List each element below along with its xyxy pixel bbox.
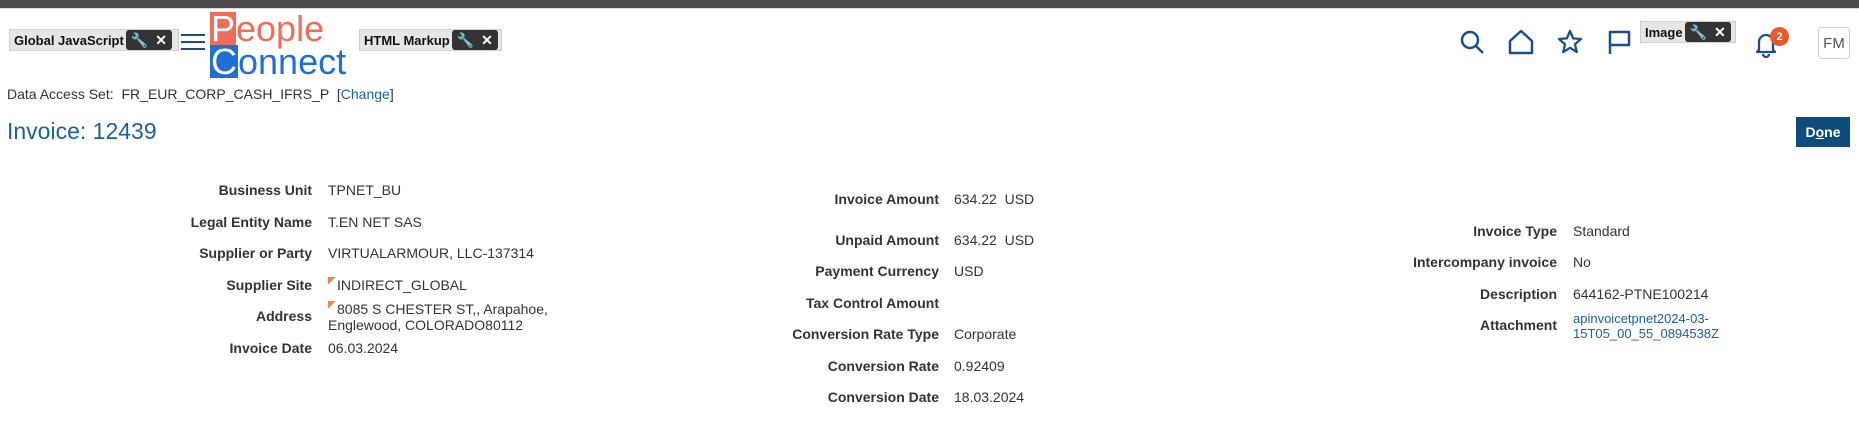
field-label: Tax Control Amount xyxy=(806,295,939,311)
people-connect-logo: P eople C onnect xyxy=(210,11,360,82)
field-label: Conversion Date xyxy=(827,389,939,405)
field-tax-control-amount: Tax Control Amount xyxy=(700,295,954,311)
star-icon[interactable] xyxy=(1556,28,1584,56)
user-avatar[interactable]: FM xyxy=(1818,27,1850,59)
attachment-link-line-1[interactable]: apinvoicetpnet2024-03- xyxy=(1573,311,1719,326)
field-label: Legal Entity Name xyxy=(190,214,312,230)
wrench-icon[interactable]: 🔧 xyxy=(457,33,474,47)
html-markup-chip[interactable]: HTML Markup 🔧 ✕ xyxy=(359,29,502,51)
logo-c-box: C xyxy=(210,41,238,82)
field-label: Invoice Type xyxy=(1473,223,1557,239)
field-value: VIRTUALARMOUR, LLC-137314 xyxy=(328,245,534,261)
done-label-accesskey: o xyxy=(1815,124,1825,140)
field-label: Attachment xyxy=(1479,317,1557,333)
done-label-part: D xyxy=(1805,124,1816,140)
data-access-set: Data Access Set: FR_EUR_CORP_CASH_IFRS_P… xyxy=(7,86,394,102)
flag-icon[interactable] xyxy=(1605,28,1633,56)
chip-label: HTML Markup xyxy=(364,32,450,48)
field-value: INDIRECT_GLOBAL xyxy=(328,277,467,293)
image-chip[interactable]: Image 🔧 ✕ xyxy=(1640,21,1736,43)
address-line-2: Englewood, COLORADO80112 xyxy=(328,317,524,333)
notification-count-badge: 2 xyxy=(1770,27,1789,46)
changed-flag-icon xyxy=(328,301,336,309)
field-conversion-date: Conversion Date 18.03.2024 xyxy=(700,389,1024,405)
field-label: Business Unit xyxy=(218,182,312,198)
data-access-value: FR_EUR_CORP_CASH_IFRS_P xyxy=(121,86,329,102)
field-invoice-date: Invoice Date 06.03.2024 xyxy=(0,340,399,356)
field-label: Conversion Rate xyxy=(827,358,939,374)
field-value: 0.92409 xyxy=(954,358,1005,374)
field-payment-currency: Payment Currency USD xyxy=(700,263,984,279)
field-label: Supplier Site xyxy=(226,277,312,293)
chip-label: Global JavaScript xyxy=(14,32,124,48)
field-invoice-type: Invoice Type Standard xyxy=(1300,223,1630,239)
field-value: T.EN NET SAS xyxy=(328,214,422,230)
field-label: Description xyxy=(1479,286,1557,302)
field-description: Description 644162-PTNE100214 xyxy=(1300,286,1708,302)
bracket-close: ] xyxy=(389,86,394,102)
field-attachment: Attachment apinvoicetpnet2024-03- 15T05_… xyxy=(1300,311,1719,341)
close-icon[interactable]: ✕ xyxy=(155,33,167,47)
field-value: 8085 S CHESTER ST,, Arapahoe, Englewood,… xyxy=(328,301,548,333)
close-icon[interactable]: ✕ xyxy=(481,33,493,47)
field-value: 18.03.2024 xyxy=(954,389,1025,405)
field-label: Intercompany invoice xyxy=(1413,254,1557,270)
page-title: Invoice: 12439 xyxy=(7,118,157,144)
field-conversion-rate-type: Conversion Rate Type Corporate xyxy=(700,326,1016,342)
field-label: Payment Currency xyxy=(815,263,939,279)
field-supplier-party: Supplier or Party VIRTUALARMOUR, LLC-137… xyxy=(0,245,534,261)
close-icon[interactable]: ✕ xyxy=(1714,25,1726,39)
field-value: Corporate xyxy=(954,326,1017,342)
chip-tools: 🔧 ✕ xyxy=(451,30,498,50)
field-value-text: INDIRECT_GLOBAL xyxy=(337,277,467,293)
done-label-part: ne xyxy=(1824,124,1841,140)
wrench-icon[interactable]: 🔧 xyxy=(131,33,148,47)
field-value: Standard xyxy=(1573,223,1630,239)
field-value: TPNET_BU xyxy=(328,182,402,198)
menu-icon[interactable] xyxy=(181,34,205,54)
chip-label: Image xyxy=(1645,24,1683,40)
field-conversion-rate: Conversion Rate 0.92409 xyxy=(700,358,1005,374)
data-access-label: Data Access Set: xyxy=(7,86,114,102)
field-label: Supplier or Party xyxy=(199,245,312,261)
field-unpaid-amount: Unpaid Amount 634.22 USD xyxy=(700,232,1034,248)
field-value: 634.22 USD xyxy=(954,232,1035,248)
field-value: 634.22 USD xyxy=(954,191,1035,207)
field-value: 644162-PTNE100214 xyxy=(1573,286,1709,302)
search-icon[interactable] xyxy=(1458,28,1486,56)
change-link[interactable]: Change xyxy=(341,86,390,102)
field-business-unit: Business Unit TPNET_BU xyxy=(0,182,401,198)
field-invoice-amount: Invoice Amount 634.22 USD xyxy=(700,191,1035,207)
field-address: Address 8085 S CHESTER ST,, Arapahoe, En… xyxy=(0,301,548,333)
changed-flag-icon xyxy=(328,277,336,285)
wrench-icon[interactable]: 🔧 xyxy=(1690,25,1707,39)
field-legal-entity: Legal Entity Name T.EN NET SAS xyxy=(0,214,422,230)
field-label: Invoice Amount xyxy=(834,191,940,207)
chip-tools: 🔧 ✕ xyxy=(125,30,172,50)
home-icon[interactable] xyxy=(1507,28,1535,56)
field-supplier-site: Supplier Site INDIRECT_GLOBAL xyxy=(0,277,467,293)
field-value: 06.03.2024 xyxy=(328,340,399,356)
done-button[interactable]: Do ne xyxy=(1796,117,1850,147)
global-javascript-chip[interactable]: Global JavaScript 🔧 ✕ xyxy=(9,29,179,51)
field-value: No xyxy=(1573,254,1591,270)
chip-tools: 🔧 ✕ xyxy=(1684,22,1731,42)
address-line-1: 8085 S CHESTER ST,, Arapahoe, xyxy=(337,301,548,317)
attachment-link[interactable]: apinvoicetpnet2024-03- 15T05_00_55_08945… xyxy=(1573,311,1719,341)
field-intercompany-invoice: Intercompany invoice No xyxy=(1300,254,1591,270)
attachment-link-line-2[interactable]: 15T05_00_55_0894538Z xyxy=(1573,326,1719,341)
field-label: Conversion Rate Type xyxy=(792,326,939,342)
field-label: Unpaid Amount xyxy=(835,232,939,248)
logo-connect-text: onnect xyxy=(238,41,347,82)
field-value: USD xyxy=(954,263,984,279)
field-label: Invoice Date xyxy=(229,340,312,356)
field-label: Address xyxy=(255,308,312,324)
